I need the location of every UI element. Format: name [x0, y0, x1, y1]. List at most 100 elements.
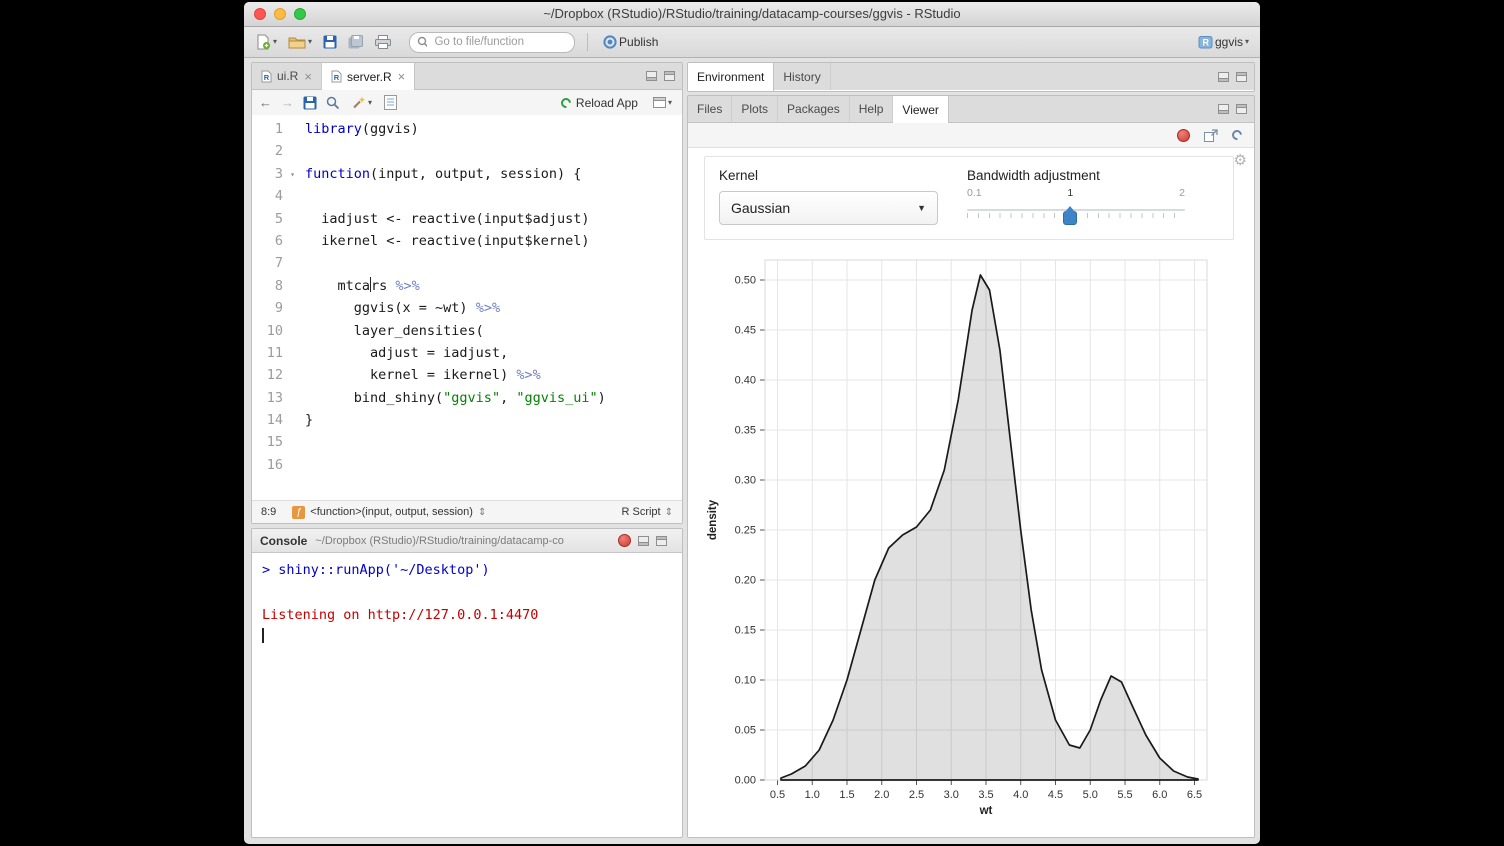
tab-history[interactable]: History: [774, 63, 830, 90]
tab-plots[interactable]: Plots: [732, 96, 778, 122]
svg-text:1.0: 1.0: [805, 789, 820, 801]
search-icon: [417, 36, 427, 48]
magic-wand-icon: [351, 95, 366, 110]
bandwidth-slider[interactable]: 0.1 1 2: [967, 187, 1185, 229]
doc-type-label: R Script: [621, 506, 660, 518]
svg-text:0.25: 0.25: [735, 525, 756, 537]
function-icon: ƒ: [292, 506, 305, 519]
maximize-pane-icon[interactable]: [664, 71, 675, 81]
code-lines[interactable]: library(ggvis)function(input, output, se…: [296, 115, 606, 501]
svg-text:4.5: 4.5: [1048, 789, 1063, 801]
tab-label: Packages: [787, 102, 840, 116]
viewer-content: ⚙ Kernel Gaussian ▼ Bandwidth adjustment…: [688, 148, 1254, 837]
svg-text:1.5: 1.5: [839, 789, 854, 801]
tab-server-r[interactable]: R server.R ×: [322, 63, 415, 90]
close-window-button[interactable]: [254, 8, 266, 20]
save-button[interactable]: [320, 33, 340, 51]
tab-packages[interactable]: Packages: [778, 96, 850, 122]
pane-icon: [653, 97, 666, 108]
console-output[interactable]: > shiny::runApp('~/Desktop')Listening on…: [252, 553, 682, 655]
close-icon[interactable]: ×: [398, 69, 406, 84]
viewer-pane: Files Plots Packages Help Viewer ⚙ Kerne…: [687, 95, 1255, 838]
tab-help[interactable]: Help: [850, 96, 894, 122]
tab-label: Help: [859, 102, 884, 116]
maximize-pane-icon[interactable]: [656, 536, 667, 546]
code-editor[interactable]: 123▾45678910111213141516 library(ggvis)f…: [252, 115, 682, 501]
code-line: adjust = iadjust,: [305, 342, 606, 364]
project-menu[interactable]: R ggvis ▾: [1195, 33, 1252, 51]
stop-app-icon[interactable]: [1177, 129, 1190, 142]
svg-text:0.50: 0.50: [735, 275, 756, 287]
kernel-select[interactable]: Gaussian ▼: [719, 191, 938, 225]
chevron-down-icon: ▾: [368, 99, 372, 107]
find-icon[interactable]: [326, 96, 339, 109]
save-icon[interactable]: [303, 96, 317, 110]
reload-icon: [559, 95, 573, 109]
editor-statusbar: 8:9 ƒ <function>(input, output, session)…: [252, 500, 682, 523]
code-line: layer_densities(: [305, 320, 606, 342]
code-line: mtcars %>%: [305, 275, 606, 297]
bandwidth-label: Bandwidth adjustment: [967, 168, 1187, 183]
refresh-icon[interactable]: [1230, 128, 1244, 142]
console-line: [262, 626, 672, 648]
toolbar-separator: [587, 33, 588, 51]
svg-text:R: R: [1202, 38, 1209, 48]
slider-handle[interactable]: [1063, 211, 1077, 225]
r-file-icon: R: [331, 70, 342, 83]
scope-selector[interactable]: ƒ <function>(input, output, session) ⇕: [292, 506, 486, 519]
publish-label: Publish: [619, 35, 658, 49]
publish-button[interactable]: Publish: [600, 33, 661, 51]
svg-text:0.15: 0.15: [735, 625, 756, 637]
slider-min-label: 0.1: [967, 187, 982, 199]
kernel-label: Kernel: [719, 168, 939, 183]
gear-icon[interactable]: ⚙: [1234, 151, 1247, 169]
tab-environment[interactable]: Environment: [688, 63, 774, 91]
zoom-window-button[interactable]: [294, 8, 306, 20]
maximize-pane-icon[interactable]: [1236, 104, 1247, 114]
code-line: bind_shiny("ggvis", "ggvis_ui"): [305, 387, 606, 409]
open-file-button[interactable]: ▾: [285, 33, 315, 51]
back-button[interactable]: ←: [259, 95, 272, 110]
run-options-button[interactable]: ▾: [650, 95, 675, 110]
code-line: [305, 431, 606, 453]
print-button[interactable]: [372, 33, 394, 51]
open-in-new-window-icon[interactable]: [1204, 129, 1218, 142]
svg-text:wt: wt: [979, 805, 993, 817]
tab-ui-r[interactable]: R ui.R ×: [252, 63, 322, 89]
minimize-pane-icon[interactable]: [638, 536, 649, 546]
console-line: Listening on http://127.0.0.1:4470: [262, 604, 672, 626]
console-line: > shiny::runApp('~/Desktop'): [262, 559, 672, 581]
new-file-button[interactable]: ▾: [252, 32, 280, 52]
compile-report-icon[interactable]: [384, 95, 397, 110]
environment-tabbar: Environment History: [688, 63, 1254, 90]
goto-file-search[interactable]: [409, 32, 575, 53]
maximize-pane-icon[interactable]: [1236, 72, 1247, 82]
doc-type-selector[interactable]: R Script ⇕: [621, 506, 673, 518]
code-line: kernel = ikernel) %>%: [305, 364, 606, 386]
minimize-pane-icon[interactable]: [1218, 104, 1229, 114]
goto-file-input[interactable]: [432, 35, 567, 49]
tab-label: server.R: [347, 70, 392, 84]
svg-text:2.5: 2.5: [909, 789, 924, 801]
forward-button[interactable]: →: [281, 95, 294, 110]
stop-icon[interactable]: [618, 534, 631, 547]
close-icon[interactable]: ×: [304, 69, 312, 84]
minimize-pane-icon[interactable]: [646, 71, 657, 81]
code-tools-button[interactable]: ▾: [348, 93, 375, 112]
reload-app-label: Reload App: [576, 96, 638, 110]
tab-viewer[interactable]: Viewer: [893, 96, 948, 123]
minimize-window-button[interactable]: [274, 8, 286, 20]
project-icon: R: [1198, 35, 1213, 49]
svg-text:3.5: 3.5: [978, 789, 993, 801]
svg-text:0.05: 0.05: [735, 725, 756, 737]
slider-track[interactable]: [967, 209, 1185, 211]
chevron-down-icon: ▾: [1245, 38, 1249, 46]
minimize-pane-icon[interactable]: [1218, 72, 1229, 82]
svg-text:0.45: 0.45: [735, 325, 756, 337]
svg-text:2.0: 2.0: [874, 789, 889, 801]
svg-text:density: density: [707, 499, 719, 540]
save-all-button[interactable]: [345, 33, 367, 51]
tab-files[interactable]: Files: [688, 96, 732, 122]
tab-label: Viewer: [902, 103, 938, 117]
reload-app-button[interactable]: Reload App: [558, 94, 641, 112]
